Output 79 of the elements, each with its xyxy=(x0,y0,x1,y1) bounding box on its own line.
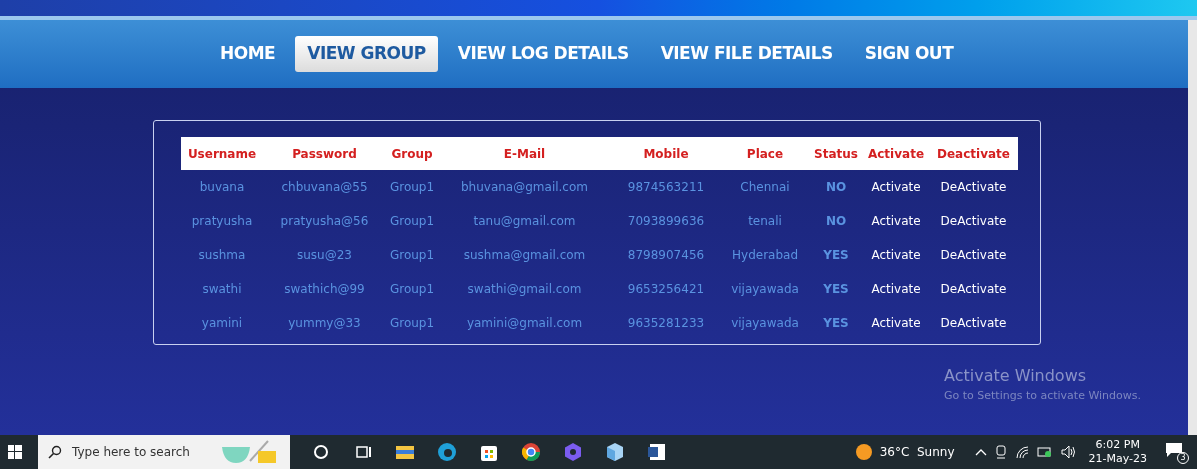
table-cell-text: Group1 xyxy=(388,179,436,196)
table-cell-text: buvana xyxy=(198,179,246,196)
table-cell-text: 7093899636 xyxy=(626,213,706,230)
activate-link[interactable]: Activate xyxy=(863,246,929,264)
search-field[interactable]: Type here to search xyxy=(38,435,290,469)
document-icon[interactable] xyxy=(646,441,668,463)
column-header: Username xyxy=(186,145,258,163)
scrollbar[interactable] xyxy=(1188,20,1197,435)
table-cell-text: YES xyxy=(822,315,850,332)
table-cell-text: NO xyxy=(824,179,848,196)
nav-link[interactable]: VIEW FILE DETAILS xyxy=(648,36,845,72)
column-header: Deactivate xyxy=(936,145,1011,163)
activation-title: Activate Windows xyxy=(944,365,1088,387)
table-cell-text: Group1 xyxy=(388,281,436,298)
table-cell-text: sushma@gmail.com xyxy=(462,247,587,264)
table-cell-text: YES xyxy=(822,281,850,298)
table-cell-text: YES xyxy=(822,247,850,264)
nav-link[interactable]: SIGN OUT xyxy=(852,36,966,72)
column-header: Activate xyxy=(866,145,925,163)
table-cell-text: 9635281233 xyxy=(626,315,706,332)
speaker-icon[interactable] xyxy=(1060,445,1077,459)
notification-button[interactable]: 3 xyxy=(1165,440,1189,464)
table-cell-text: pratyusha xyxy=(190,213,254,230)
search-icon xyxy=(48,445,62,459)
chevron-up-icon[interactable] xyxy=(974,447,987,457)
activate-link[interactable]: Activate xyxy=(863,314,929,332)
table-cell-text: sushma xyxy=(197,247,247,264)
deactivate-link[interactable]: DeActivate xyxy=(929,314,1018,332)
table-cell-text: tanu@gmail.com xyxy=(472,213,577,230)
table-cell-text: vijayawada xyxy=(730,281,800,298)
table-cell-text: chbuvana@55 xyxy=(280,179,369,196)
column-header: Place xyxy=(745,145,785,163)
table-cell-text: bhuvana@gmail.com xyxy=(460,179,589,196)
battery-icon[interactable] xyxy=(1036,446,1053,458)
deactivate-link[interactable]: DeActivate xyxy=(929,178,1018,196)
table-cell-text: Hyderabad xyxy=(731,247,799,264)
table-cell-text: tenali xyxy=(747,213,783,230)
weather-text[interactable]: 36°C Sunny xyxy=(879,443,955,461)
hexagon-icon[interactable] xyxy=(562,441,584,463)
activate-link[interactable]: Activate xyxy=(863,178,929,196)
clock[interactable]: 6:02 PM 21-May-23 xyxy=(1088,438,1147,466)
cube-icon[interactable] xyxy=(604,441,626,463)
column-header: Group xyxy=(390,145,434,163)
column-header: Password xyxy=(291,145,358,163)
table-cell-text: susu@23 xyxy=(296,247,353,264)
activate-link[interactable]: Activate xyxy=(863,212,929,230)
chrome-icon[interactable] xyxy=(520,441,542,463)
activation-text: Go to Settings to activate Windows. xyxy=(944,388,1142,404)
table-cell-text: 8798907456 xyxy=(626,247,706,264)
column-header: E-Mail xyxy=(502,145,547,163)
browser-icon[interactable] xyxy=(436,441,458,463)
table-cell-text: Group1 xyxy=(388,213,436,230)
table-cell-text: Group1 xyxy=(388,247,436,264)
column-header: Status xyxy=(813,145,859,163)
table-cell-text: swathich@99 xyxy=(283,281,366,298)
nav-link[interactable]: VIEW GROUP xyxy=(295,36,438,72)
table-cell-text: yummy@33 xyxy=(287,315,362,332)
windows-icon[interactable] xyxy=(8,445,22,459)
table-cell-text: swathi xyxy=(201,281,243,298)
activate-link[interactable]: Activate xyxy=(863,280,929,298)
wifi-icon[interactable] xyxy=(1014,445,1029,459)
sun-icon[interactable] xyxy=(855,444,872,460)
deactivate-link[interactable]: DeActivate xyxy=(929,280,1018,298)
column-header: Mobile xyxy=(642,145,690,163)
deactivate-link[interactable]: DeActivate xyxy=(929,212,1018,230)
table-cell-text: vijayawada xyxy=(730,315,800,332)
nav-link[interactable]: VIEW LOG DETAILS xyxy=(445,36,641,72)
table-cell-text: yamini@gmail.com xyxy=(465,315,584,332)
table-cell-text: pratyusha@56 xyxy=(279,213,370,230)
nav-link[interactable]: HOME xyxy=(208,36,288,72)
table-cell-text: yamini xyxy=(200,315,244,332)
table-cell-text: 9653256421 xyxy=(626,281,706,298)
table-cell-text: 9874563211 xyxy=(626,179,706,196)
table-cell-text: Group1 xyxy=(388,315,436,332)
meet-icon[interactable] xyxy=(994,445,1007,459)
table-cell-text: swathi@gmail.com xyxy=(466,281,583,298)
table-cell-text: Chennai xyxy=(739,179,791,196)
table-cell-text: NO xyxy=(824,213,848,230)
deactivate-link[interactable]: DeActivate xyxy=(929,246,1018,264)
